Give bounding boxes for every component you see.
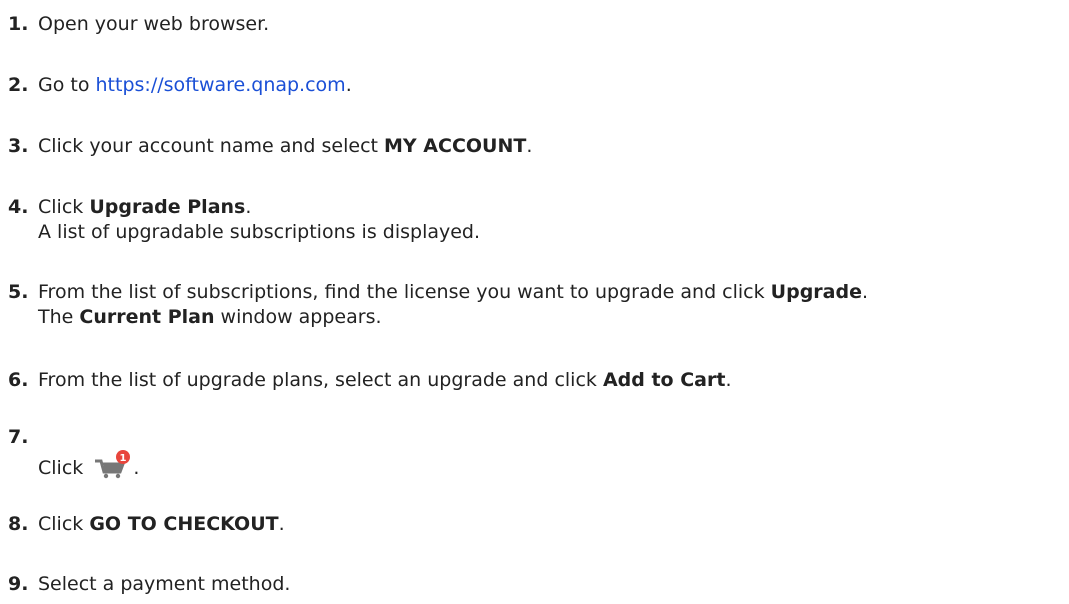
step-text: .	[526, 135, 533, 157]
step-text: .	[278, 513, 285, 535]
step-7: 7. Click 1 .	[8, 425, 139, 481]
step-1: 1. Open your web browser.	[8, 12, 269, 37]
step-text: .	[245, 196, 252, 218]
shopping-cart-icon-graphic: 1	[95, 450, 131, 479]
ui-term-add-to-cart: Add to Cart	[602, 369, 726, 391]
ui-term-my-account: MY ACCOUNT	[384, 135, 527, 157]
step-text: Click	[38, 513, 90, 535]
shopping-cart-icon[interactable]: 1	[93, 450, 133, 480]
step-7-body: Click 1 .	[8, 450, 139, 481]
step-8: 8. Click GO TO CHECKOUT.	[8, 512, 285, 537]
ui-term-upgrade: Upgrade	[770, 281, 862, 303]
step-number: 7.	[8, 426, 29, 448]
step-text: .	[725, 369, 732, 391]
step-text: From the list of subscriptions, find the…	[38, 281, 771, 303]
ui-term-current-plan: Current Plan	[79, 306, 215, 328]
step-result: The Current Plan window appears.	[8, 305, 868, 330]
step-9: 9. Select a payment method.	[8, 572, 290, 597]
step-text: Go to	[38, 74, 96, 96]
step-text: Click	[38, 457, 90, 479]
step-number: 5.	[8, 281, 29, 303]
step-text: Click	[38, 196, 90, 218]
step-result-text: The	[38, 306, 80, 328]
ui-term-go-to-checkout: GO TO CHECKOUT	[89, 513, 279, 535]
step-text: From the list of upgrade plans, select a…	[38, 369, 603, 391]
step-number: 1.	[8, 13, 29, 35]
step-text: .	[345, 74, 352, 96]
step-number: 6.	[8, 369, 29, 391]
cart-badge-count: 1	[120, 453, 127, 464]
step-number: 3.	[8, 135, 29, 157]
qnap-software-link[interactable]: https://software.qnap.com	[96, 74, 346, 96]
step-text: Click your account name and select	[38, 135, 385, 157]
step-3: 3. Click your account name and select MY …	[8, 134, 532, 159]
step-4: 4. Click Upgrade Plans. A list of upgrada…	[8, 195, 480, 245]
step-text: Select a payment method.	[38, 573, 291, 595]
step-result-text: window appears.	[214, 306, 382, 328]
step-number: 9.	[8, 573, 29, 595]
step-number: 8.	[8, 513, 29, 535]
step-text: .	[133, 457, 140, 479]
step-number: 2.	[8, 74, 29, 96]
ui-term-upgrade-plans: Upgrade Plans	[89, 196, 246, 218]
step-6: 6. From the list of upgrade plans, select…	[8, 368, 732, 393]
step-result: A list of upgradable subscriptions is di…	[38, 221, 481, 243]
step-text: .	[861, 281, 869, 303]
step-2: 2. Go to https://software.qnap.com.	[8, 73, 352, 98]
step-number: 4.	[8, 196, 29, 218]
step-5: 5. From the list of subscriptions, find t…	[8, 280, 868, 330]
step-text: Open your web browser.	[38, 13, 270, 35]
